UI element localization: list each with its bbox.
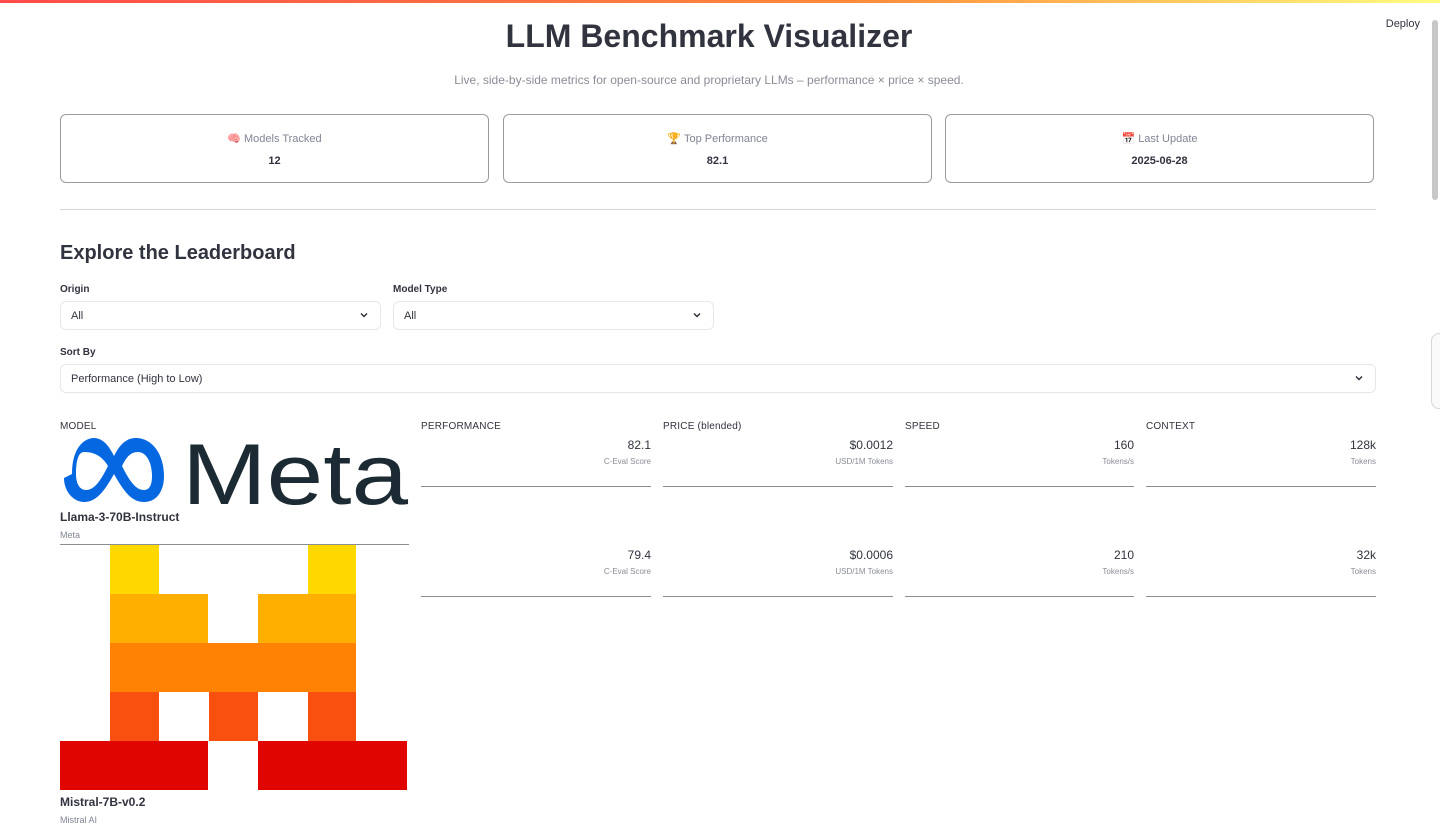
origin-select[interactable]: All [60,301,381,330]
top-decoration-bar [0,0,1440,3]
performance-unit: C-Eval Score [603,457,651,466]
column-header-price: PRICE (blended) [663,421,742,432]
price-value: $0.0012 [849,438,893,452]
kpi-label: Models Tracked [244,133,322,145]
performance-unit: C-Eval Score [603,567,651,576]
kpi-value: 12 [268,155,281,167]
sort-by-select[interactable]: Performance (High to Low) [60,364,1376,393]
speed-cell: 160 Tokens/s [905,438,1134,487]
model-type-select[interactable]: All [393,301,714,330]
kpi-cards: 🧠 Models Tracked 12 🏆 Top Performance 82.1… [60,114,1376,185]
calendar-icon: 📅 [1121,133,1136,145]
context-unit: Tokens [1350,457,1376,466]
origin-select-value: All [71,310,84,322]
brain-icon: 🧠 [227,133,242,145]
kpi-card-last-update: 📅 Last Update 2025-06-28 [945,114,1374,183]
kpi-card-models-tracked: 🧠 Models Tracked 12 [60,114,489,183]
context-cell: 32k Tokens [1146,548,1376,597]
sidebar-expand-handle[interactable] [1431,333,1440,409]
column-header-speed: SPEED [905,421,940,432]
performance-value: 82.1 [627,438,651,452]
speed-unit: Tokens/s [1102,567,1134,576]
leaderboard-heading: Explore the Leaderboard [60,242,296,264]
sort-by-select-value: Performance (High to Low) [71,373,203,385]
price-cell: $0.0006 USD/1M Tokens [663,548,893,597]
performance-cell: 82.1 C-Eval Score [421,438,651,487]
sort-by-label: Sort By [60,347,96,358]
price-value: $0.0006 [849,548,893,562]
model-name: Llama-3-70B-Instruct [60,510,180,524]
origin-label: Origin [60,284,90,295]
column-header-model: MODEL [60,421,97,432]
scrollbar-thumb[interactable] [1432,20,1438,200]
model-type-label: Model Type [393,284,448,295]
model-org: Meta [60,530,81,540]
price-unit: USD/1M Tokens [835,457,893,466]
context-value: 128k [1349,438,1376,452]
chevron-down-icon [1355,375,1363,381]
speed-unit: Tokens/s [1102,457,1134,466]
page-subtitle: Live, side-by-side metrics for open-sour… [454,73,964,87]
model-name: Mistral-7B-v0.2 [60,795,146,809]
kpi-value: 82.1 [706,155,729,167]
price-unit: USD/1M Tokens [835,567,893,576]
speed-value: 160 [1113,438,1134,452]
kpi-card-top-performance: 🏆 Top Performance 82.1 [503,114,932,183]
kpi-label: Top Performance [683,133,768,145]
speed-cell: 210 Tokens/s [905,548,1134,597]
column-header-performance: PERFORMANCE [421,421,501,432]
price-cell: $0.0012 USD/1M Tokens [663,438,893,487]
section-divider [60,209,1376,210]
context-unit: Tokens [1350,567,1376,576]
chevron-down-icon [360,312,368,318]
speed-value: 210 [1113,548,1134,562]
column-header-context: CONTEXT [1146,421,1196,432]
page-title: LLM Benchmark Visualizer [505,18,913,54]
mistral-logo [60,545,407,790]
model-type-select-value: All [404,310,417,322]
kpi-value: 2025-06-28 [1131,155,1188,167]
performance-cell: 79.4 C-Eval Score [421,548,651,597]
meta-logo-wordmark: Meta [182,434,408,506]
trophy-icon: 🏆 [667,133,681,145]
chevron-down-icon [693,312,701,318]
context-value: 32k [1356,548,1376,562]
kpi-label: Last Update [1138,133,1198,145]
model-org: Mistral AI [60,815,98,825]
performance-value: 79.4 [627,548,651,562]
context-cell: 128k Tokens [1146,438,1376,487]
meta-logo: Meta [64,434,408,506]
